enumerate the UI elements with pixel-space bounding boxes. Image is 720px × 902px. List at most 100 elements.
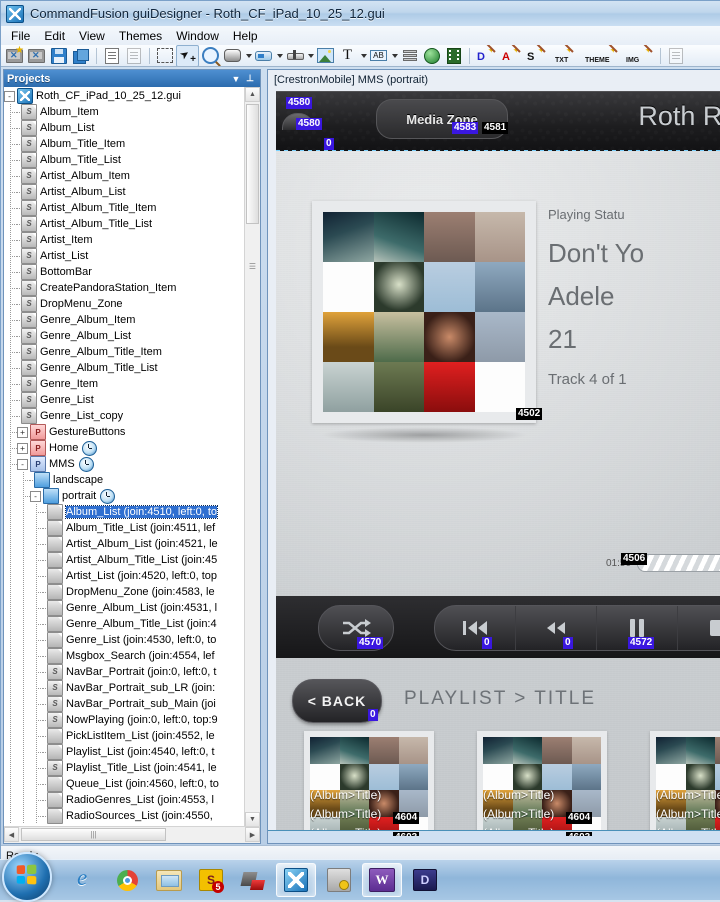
pin-icon[interactable]: ⊥ xyxy=(243,72,257,86)
tree-item-dropmenu-zone[interactable]: DropMenu_Zone (join:4583, le xyxy=(4,584,245,600)
label-dropdown-caret[interactable] xyxy=(390,46,399,66)
taskbar-item-google-chrome[interactable] xyxy=(108,864,146,896)
menu-window[interactable]: Window xyxy=(169,27,226,45)
save-all-button[interactable] xyxy=(70,46,91,66)
wizard-txt-button[interactable]: ✦ TXT xyxy=(549,45,579,66)
tree-item-genre-item[interactable]: S Genre_Item xyxy=(4,376,245,392)
tree-item-queue-list[interactable]: Queue_List (join:4560, left:0, to xyxy=(4,776,245,792)
move-tool-button[interactable] xyxy=(176,45,199,66)
tree-item-artist-album-item[interactable]: S Artist_Album_Item xyxy=(4,168,245,184)
insert-video-button[interactable] xyxy=(443,46,464,66)
tree-item-genre-list[interactable]: S Genre_List xyxy=(4,392,245,408)
wizard-theme-button[interactable]: ✦ THEME xyxy=(580,45,622,66)
align-button[interactable] xyxy=(665,46,686,66)
tree-item-artist-album-title-list[interactable]: Artist_Album_Title_List (join:45 xyxy=(4,552,245,568)
taskbar-item-windows-explorer[interactable] xyxy=(150,864,188,896)
menu-edit[interactable]: Edit xyxy=(37,27,72,45)
insert-shape-button[interactable] xyxy=(222,46,243,66)
insert-label-button[interactable]: AB xyxy=(368,46,389,66)
insert-button-button[interactable] xyxy=(253,46,274,66)
scroll-up-arrow[interactable]: ▲ xyxy=(245,87,260,102)
tree-item-artist-album-list[interactable]: S Artist_Album_List xyxy=(4,184,245,200)
tree-item-artist-list[interactable]: S Artist_List xyxy=(4,248,245,264)
tree-item-album-list[interactable]: Album_List (join:4510, left:0, to xyxy=(4,504,245,520)
save-button[interactable] xyxy=(48,46,69,66)
stop-button[interactable] xyxy=(678,606,720,650)
open-project-button[interactable]: ✕ xyxy=(26,46,47,66)
tree-item-artist-album-title-list[interactable]: S Artist_Album_Title_List xyxy=(4,216,245,232)
taskbar-item-guidesigner-tool[interactable] xyxy=(320,864,358,896)
tree-item-radiosources-list[interactable]: RadioSources_List (join:4550, xyxy=(4,808,245,824)
hscroll-thumb[interactable]: ||| xyxy=(21,828,166,841)
insert-image-button[interactable] xyxy=(315,46,336,66)
tree-item-navbar-portrait[interactable]: S NavBar_Portrait (join:0, left:0, t xyxy=(4,664,245,680)
previous-track-button[interactable] xyxy=(435,606,516,650)
tree-item-landscape[interactable]: landscape xyxy=(4,472,245,488)
button-dropdown-caret[interactable] xyxy=(275,46,284,66)
taskbar-item-s5-app[interactable]: S xyxy=(192,864,230,896)
tree-horizontal-scrollbar[interactable]: ◀ ||| ▶ xyxy=(4,826,260,843)
tree-item-genre-album-title-list[interactable]: S Genre_Album_Title_List xyxy=(4,360,245,376)
tree-expander[interactable]: - xyxy=(30,490,41,502)
taskbar-item-d3-app[interactable]: D xyxy=(406,864,444,896)
tree-item-playlist-title-list[interactable]: S Playlist_Title_List (join:4541, le xyxy=(4,760,245,776)
scroll-down-arrow[interactable]: ▼ xyxy=(245,812,260,827)
windows-start-orb[interactable] xyxy=(2,852,52,902)
tree-item-artist-album-title-item[interactable]: S Artist_Album_Title_Item xyxy=(4,200,245,216)
marquee-select-button[interactable] xyxy=(154,46,175,66)
tree-expander[interactable]: + xyxy=(17,426,28,438)
scroll-left-arrow[interactable]: ◀ xyxy=(4,827,19,842)
taskbar-item-guidesigner[interactable] xyxy=(276,863,316,897)
insert-list-button[interactable] xyxy=(399,46,420,66)
insert-text-button[interactable]: T xyxy=(337,46,358,66)
tree-item-msgbox-search[interactable]: Msgbox_Search (join:4554, lef xyxy=(4,648,245,664)
tree-item-playlist-list[interactable]: Playlist_List (join:4540, left:0, t xyxy=(4,744,245,760)
tree-item-bottombar[interactable]: S BottomBar xyxy=(4,264,245,280)
tree-item-artist-album-list[interactable]: Artist_Album_List (join:4521, le xyxy=(4,536,245,552)
design-canvas-panel[interactable]: [CrestronMobile] MMS (portrait) Media Zo… xyxy=(267,69,720,844)
menu-themes[interactable]: Themes xyxy=(112,27,169,45)
tree-item-home[interactable]: + P Home xyxy=(4,440,245,456)
chevron-down-icon[interactable]: ▼ xyxy=(229,72,243,86)
slider-dropdown-caret[interactable] xyxy=(306,46,315,66)
tree-item-genre-list[interactable]: Genre_List (join:4530, left:0, to xyxy=(4,632,245,648)
menu-help[interactable]: Help xyxy=(226,27,265,45)
tree-expander[interactable]: - xyxy=(17,458,28,470)
tree-item-createpandorastation-item[interactable]: S CreatePandoraStation_Item xyxy=(4,280,245,296)
scroll-right-arrow[interactable]: ▶ xyxy=(245,827,260,842)
tree-expander[interactable]: + xyxy=(17,442,28,454)
shape-dropdown-caret[interactable] xyxy=(244,46,253,66)
vscroll-thumb[interactable] xyxy=(246,104,259,224)
tree-item-genre-album-item[interactable]: S Genre_Album_Item xyxy=(4,312,245,328)
tree-item-album-title-list[interactable]: Album_Title_List (join:4511, lef xyxy=(4,520,245,536)
tree-item-navbar-portrait-sub-main[interactable]: S NavBar_Portrait_sub_Main (joi xyxy=(4,696,245,712)
tree-item-genre-list-copy[interactable]: S Genre_List_copy xyxy=(4,408,245,424)
project-tree[interactable]: - Roth_CF_iPad_10_25_12.gui S Album_Item S Al… xyxy=(4,87,260,827)
taskbar-item-word[interactable]: W xyxy=(362,863,402,897)
menu-file[interactable]: File xyxy=(4,27,37,45)
album-art[interactable] xyxy=(312,201,536,423)
tree-item-album-title-item[interactable]: S Album_Title_Item xyxy=(4,136,245,152)
list-properties-button[interactable] xyxy=(123,46,144,66)
tree-item-album-list[interactable]: S Album_List xyxy=(4,120,245,136)
wizard-a-button[interactable]: ✦ A xyxy=(499,45,523,66)
wizard-s-button[interactable]: ✦ S xyxy=(524,45,548,66)
tree-item-nowplaying[interactable]: S NowPlaying (join:0, left:0, top:9 xyxy=(4,712,245,728)
tree-item-mms[interactable]: - P MMS xyxy=(4,456,245,472)
progress-slider[interactable] xyxy=(637,554,720,572)
properties-button[interactable] xyxy=(101,46,122,66)
tree-item-portrait[interactable]: - portrait xyxy=(4,488,245,504)
device-preview[interactable]: Media Zone Roth Residen xyxy=(276,91,720,836)
menu-view[interactable]: View xyxy=(72,27,112,45)
tree-item-gesturebuttons[interactable]: + P GestureButtons xyxy=(4,424,245,440)
zoom-tool-button[interactable] xyxy=(200,46,221,66)
tree-item-genre-album-title-item[interactable]: S Genre_Album_Title_Item xyxy=(4,344,245,360)
insert-slider-button[interactable] xyxy=(284,46,305,66)
tree-item-roth-cf-ipad-10-25-12-gui[interactable]: - Roth_CF_iPad_10_25_12.gui xyxy=(4,88,245,104)
tree-item-picklistitem-list[interactable]: PickListItem_List (join:4552, le xyxy=(4,728,245,744)
album-card[interactable]: (Album>Title) (Album>Title) (Album>Title… xyxy=(650,731,720,836)
wizard-d-button[interactable]: ✦ D xyxy=(474,45,498,66)
new-project-button[interactable]: ✕ ★ xyxy=(4,45,25,66)
album-card-thumb[interactable]: (Album>Title) (Album>Title) (Album>Title… xyxy=(650,731,720,836)
tree-item-artist-list[interactable]: Artist_List (join:4520, left:0, top xyxy=(4,568,245,584)
